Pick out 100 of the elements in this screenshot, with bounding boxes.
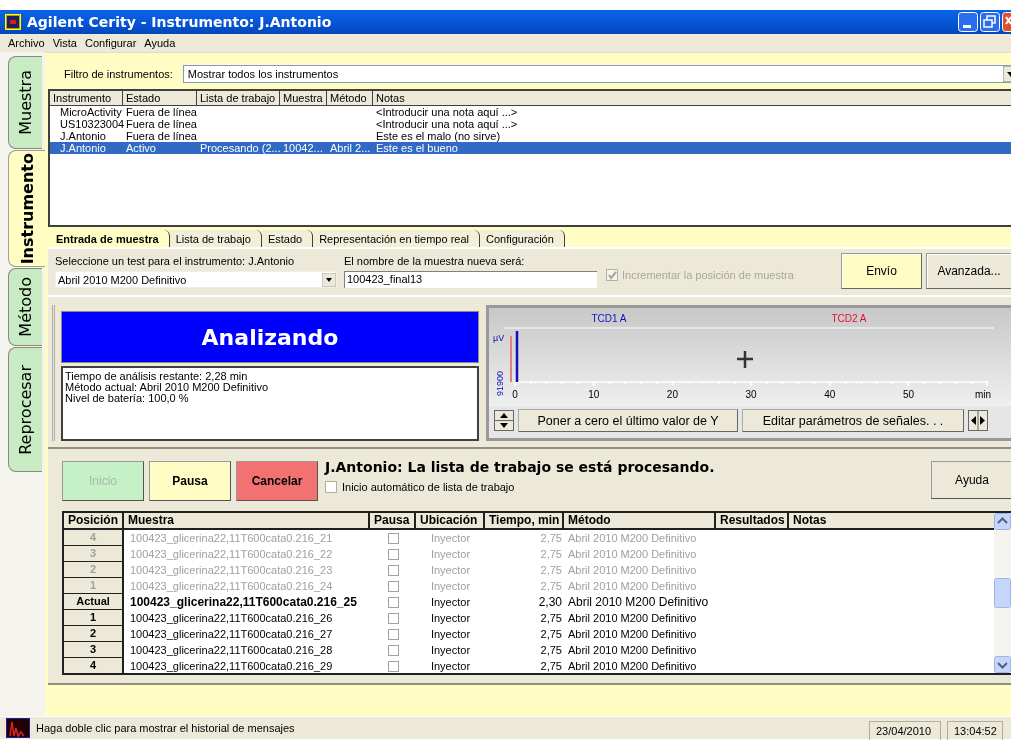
list-cell-text: US10323004 [59,118,123,130]
checkbox[interactable] [387,596,399,608]
action-button[interactable]: Envío [841,253,922,289]
list-row[interactable]: MicroActivity Fuera de línea <Introducir una nota aquí ...> [50,106,1011,118]
status-text: Nivel de batería: 100,0 % [65,393,190,404]
checkbox[interactable] [387,628,399,640]
row-header: 1 [64,610,124,626]
table-cell-text: 2,75 [539,531,563,546]
y-axis [510,335,512,383]
table-cell-text: 100423_glicerina22,11T600cata0.216_21 [129,531,334,546]
column-header[interactable]: Notas [373,91,1011,105]
table-cell-text: Abril 2010 M200 Definitivo [567,627,698,642]
input-field[interactable]: 100423_final13 [344,271,597,288]
scroll-down-icon[interactable] [994,656,1011,673]
worklist-button[interactable]: Cancelar [236,461,318,501]
column-header[interactable]: Método [564,513,716,528]
table-cell-text: 100423_glicerina22,11T600cata0.216_26 [129,611,334,626]
checkbox[interactable] [387,660,399,672]
row-header: 2 [64,562,124,578]
status-message: Haga doble clic para mostrar el historial de mensajes [36,722,296,734]
restore-button[interactable] [980,12,1000,32]
action-button[interactable]: Editar parámetros de señales. . . [742,409,964,432]
table-cell-text: 2,75 [539,659,563,674]
test-dropdown[interactable]: Abril 2010 M200 Definitivo [55,271,337,288]
column-header[interactable]: Instrumento [50,91,123,105]
table-cell-text: 100423_glicerina22,11T600cata0.216_23 [129,563,334,578]
minimize-button[interactable] [958,12,978,32]
x-tick-label: 0 [512,389,518,400]
checkbox[interactable] [387,580,399,592]
column-header[interactable]: Ubicación [416,513,485,528]
status-text: Método actual: Abril 2010 M200 Definitivo [65,382,269,393]
table-cell-text: Inyector [430,611,471,626]
table-cell-text: 100423_glicerina22,11T600cata0.216_28 [129,643,334,658]
table-cell-text: 2,75 [539,579,563,594]
scrollbar[interactable] [994,513,1011,673]
column-header[interactable]: Muestra [124,513,370,528]
x-tick-label: 50 [902,389,915,400]
table-cell-text: Abril 2010 M200 Definitivo [567,659,698,674]
column-header[interactable]: Muestra [280,91,327,105]
side-tab[interactable]: Muestra [8,56,42,149]
scroll-up-icon[interactable] [994,513,1011,530]
tab[interactable]: Representación en tiempo real [313,230,480,247]
side-tab[interactable]: Método [8,268,42,346]
tab[interactable]: Estado [261,230,314,247]
column-header[interactable]: Lista de trabajo [197,91,280,105]
menu-item[interactable]: Vista [48,37,81,49]
column-header[interactable]: Resultados [716,513,789,528]
list-row[interactable]: US10323004 Fuera de línea <Introducir una nota aquí ...> [50,118,1011,130]
side-tab[interactable]: Instrumento [8,150,45,267]
close-button[interactable] [1002,12,1011,32]
x-tick-label: 40 [824,389,836,400]
column-header[interactable]: Estado [123,91,197,105]
status-text: Tiempo de análisis restante: 2,28 min [65,371,248,382]
x-tick-label: 10 [588,389,600,400]
column-header[interactable]: Notas [789,513,994,528]
chart-log-icon[interactable] [6,718,30,738]
checkbox[interactable] [387,644,399,656]
scroll-thumb-icon[interactable] [994,578,1011,608]
row-header: 3 [64,546,124,562]
table-cell-text: Inyector [430,643,471,658]
column-header[interactable]: Pausa [370,513,416,528]
menu-item[interactable]: Ayuda [140,37,180,49]
checkbox[interactable] [387,564,399,576]
list-row[interactable]: J.Antonio Fuera de línea Este es el malo (no sirve) [50,130,1011,142]
app-icon [5,14,21,30]
checkbox[interactable] [387,548,399,560]
side-tab[interactable]: Reprocesar [8,347,42,472]
menu-item[interactable]: Archivo [4,37,49,49]
table-cell-text: 2,75 [539,547,563,562]
row-header: 4 [64,658,124,674]
scroll-arrows-icon[interactable] [968,410,988,431]
list-cell-text: Abril 2... [329,142,372,154]
action-button[interactable]: Avanzada... [926,253,1011,289]
tab[interactable]: Configuración [480,230,565,247]
table-cell-text: Inyector [430,579,471,594]
checkbox[interactable] [387,532,399,544]
column-header[interactable]: Método [327,91,373,105]
action-button[interactable]: Poner a cero el último valor de Y [518,409,738,432]
checkbox[interactable] [325,481,337,493]
column-header[interactable]: Posición [64,513,124,528]
row-header: 2 [64,626,124,642]
window-title: Agilent Cerity - Instrumento: J.Antonio [27,14,333,30]
column-header[interactable]: Tiempo, min [485,513,564,528]
filter-dropdown[interactable]: Mostrar todos los instrumentos [182,65,1011,83]
tab[interactable]: Lista de trabajo [169,230,262,247]
field-label: Seleccione un test para el instrumento: J.Antonio [55,255,296,267]
table-cell-text: 100423_glicerina22,11T600cata0.216_29 [129,659,334,674]
field-label: El nombre de la muestra nueva será: [344,255,526,267]
help-button[interactable]: Ayuda [931,461,1011,499]
menu-item[interactable]: Configurar [80,37,141,49]
table-cell-text: 100423_glicerina22,11T600cata0.216_22 [129,547,334,562]
list-row[interactable]: J.Antonio Activo Procesando (2... 10042... Abril 2... Este es el bueno [50,142,1011,154]
list-cell-text: Fuera de línea [125,106,197,118]
signal-label: TCD2 A [831,313,867,324]
spinner-icon[interactable] [494,410,514,431]
check-icon [607,270,617,280]
checkbox-label: Inicio automático de lista de trabajo [342,481,515,493]
table-cell-text: 100423_glicerina22,11T600cata0.216_27 [129,627,334,642]
checkbox[interactable] [387,612,399,624]
worklist-button[interactable]: Pausa [149,461,231,501]
